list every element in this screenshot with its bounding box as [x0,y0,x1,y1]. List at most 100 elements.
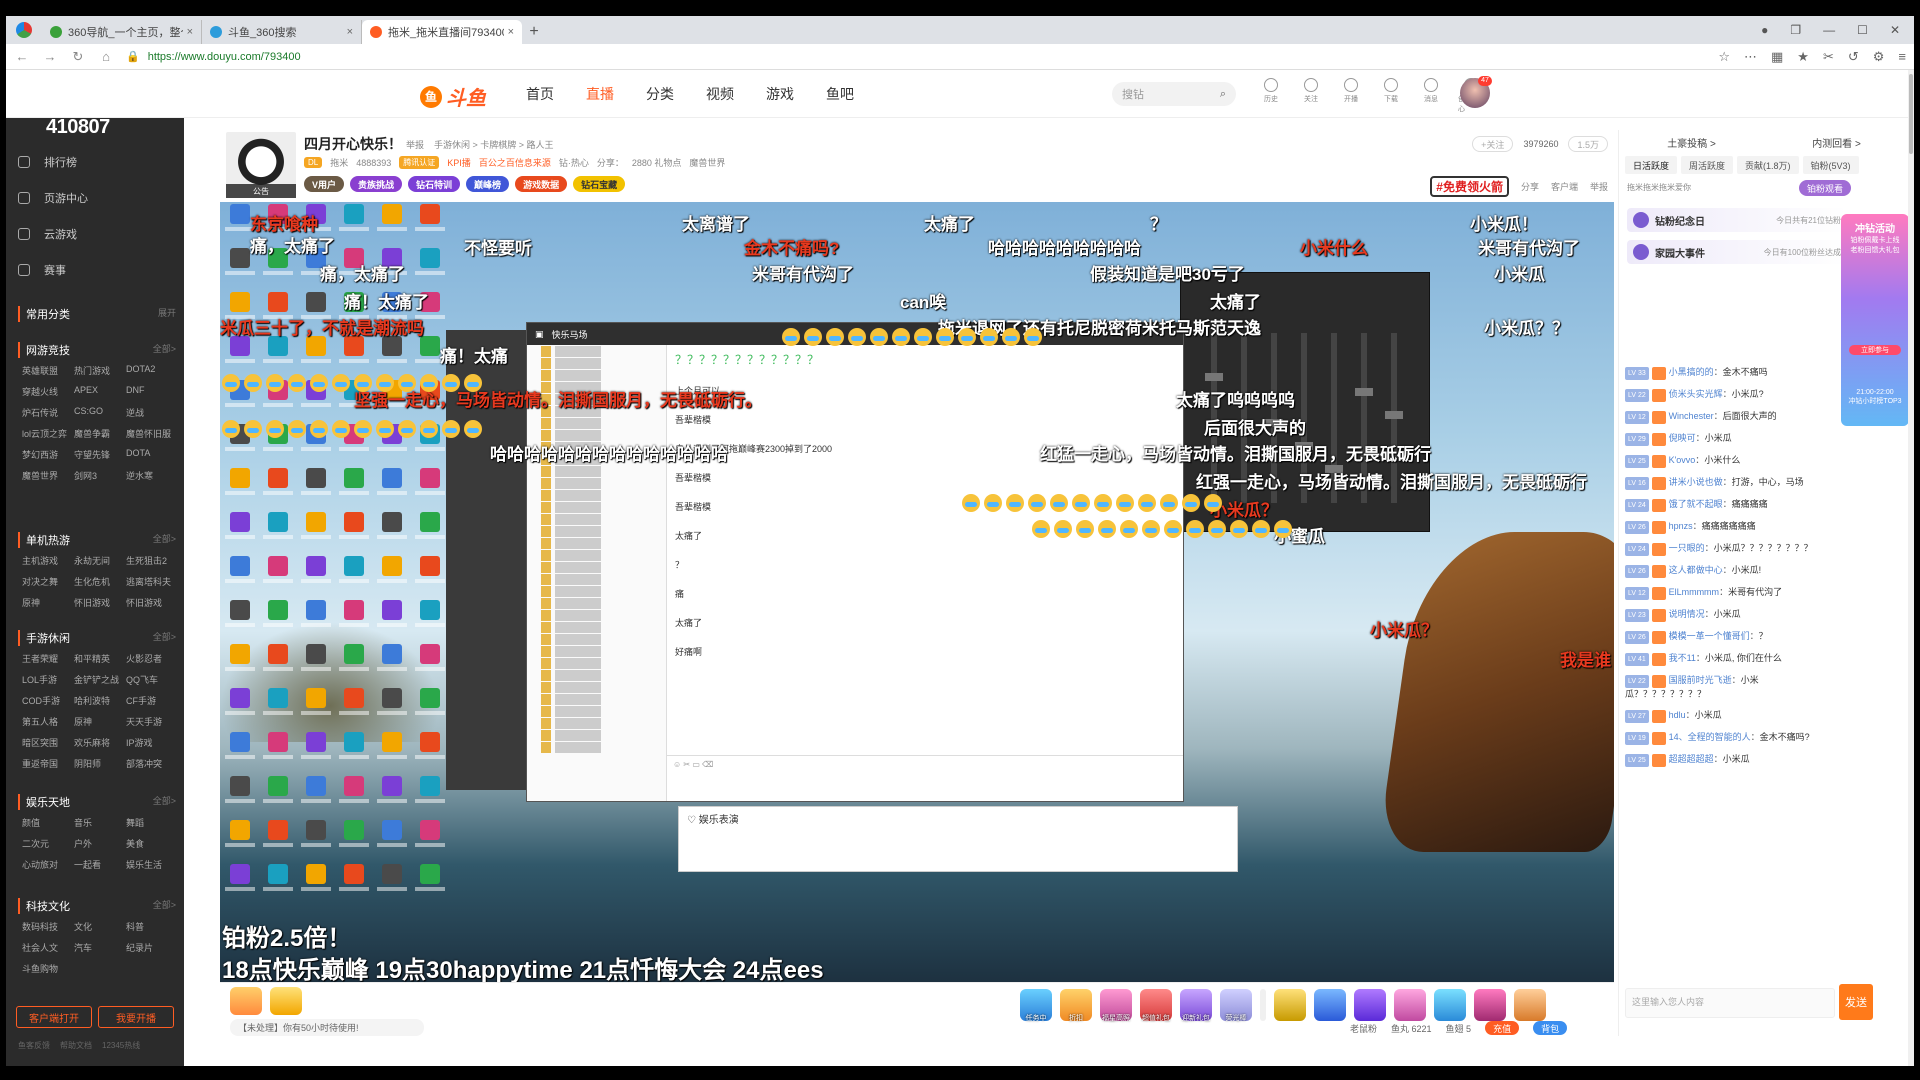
category-link[interactable]: 原神 [74,715,126,728]
task-icon[interactable] [230,987,262,1015]
category-link[interactable]: 美食 [126,837,178,850]
category-link[interactable]: 娱乐生活 [126,858,178,871]
share-button[interactable]: 分享 [1521,180,1539,193]
category-link[interactable]: 舞蹈 [126,816,178,829]
replay-link[interactable]: 内测回看 > [1812,135,1861,150]
noble-challenge-tag[interactable]: 贵族挑战 [350,176,403,192]
tab-weekly[interactable]: 周活跃度 [1681,156,1734,174]
follow-button[interactable]: 关注 [1298,78,1324,114]
backpack-button[interactable]: 背包 [1533,1021,1568,1035]
footer-link[interactable]: 鱼客反馈 [18,1040,50,1051]
gift-item[interactable] [1434,989,1466,1021]
browser-logo-icon[interactable] [6,16,42,44]
category-link[interactable]: CS:GO [74,406,126,419]
category-link[interactable]: 暗区突围 [22,736,74,749]
category-link[interactable]: 生死狙击2 [126,554,178,567]
category-link[interactable]: 王者荣耀 [22,652,74,665]
category-link[interactable]: 一起看 [74,858,126,871]
recharge-button[interactable]: 充值 [1485,1021,1520,1035]
category-link[interactable]: 斗鱼购物 [22,962,74,975]
category-link[interactable]: 魔兽争霸 [74,427,126,440]
sidebar-section-online[interactable]: 网游竞技 全部> [18,342,176,358]
chat-username[interactable]: 模模一革一个懂哥们 [1669,631,1750,641]
undo-icon[interactable]: ↺ [1848,49,1859,65]
tab-close-icon[interactable]: × [508,26,514,38]
home-event-card[interactable]: 家园大事件 今日有100位粉丝达成 [1627,240,1847,264]
report-button[interactable]: 举报 [1590,180,1608,193]
chat-username[interactable]: 14、全程的智能的人 [1669,732,1751,742]
section-more[interactable]: 全部> [153,532,176,548]
user-icon[interactable]: ● [1761,23,1768,37]
category-link[interactable]: 热门游戏 [74,364,126,377]
category-link[interactable]: 永劫无间 [74,554,126,567]
category-link[interactable]: 颜值 [22,816,74,829]
nav-yuba[interactable]: 鱼吧 [826,84,854,104]
treasure-tag[interactable]: 钻石宝藏 [573,176,626,192]
category-link[interactable]: 剑网3 [74,469,126,482]
platinum-watch-button[interactable]: 铂粉观看 [1799,180,1852,196]
category-link[interactable]: 部落冲突 [126,757,178,770]
category-link[interactable]: 阴阳师 [74,757,126,770]
streamer-name[interactable]: 拖米 [330,156,348,169]
category-link[interactable]: COD手游 [22,694,74,707]
more-icon[interactable]: ⋯ [1744,49,1757,65]
section-more[interactable]: 全部> [153,794,176,810]
gift-item[interactable] [1394,989,1426,1021]
browser-tab-active[interactable]: 拖米_拖米直播间793400 × [362,20,522,44]
forward-icon[interactable]: → [42,49,58,64]
download-button[interactable]: 下载 [1378,78,1404,114]
search-input[interactable]: 搜钻 ⌕ [1112,82,1236,106]
category-link[interactable]: 音乐 [74,816,126,829]
section-more[interactable]: 展开 [158,306,176,322]
broadcast-button[interactable]: 开播 [1338,78,1364,114]
gift-item[interactable] [1514,989,1546,1021]
nav-live[interactable]: 直播 [586,84,614,104]
category-link[interactable]: 和平精英 [74,652,126,665]
section-more[interactable]: 全部> [153,630,176,646]
category-link[interactable]: 生化危机 [74,575,126,588]
category-link[interactable]: DOTA [126,448,178,461]
category-link[interactable]: CF手游 [126,694,178,707]
gift-item[interactable]: 任务中 [1020,989,1052,1022]
category-link[interactable]: 二次元 [22,837,74,850]
chat-username[interactable]: hpnzs [1669,521,1693,531]
chat-username[interactable]: 饿了就不起眼 [1669,499,1723,509]
video-player[interactable]: ▣ 快乐马场 ？？？？？？？？？？？？ 上个月可以 吾辈楷模 自从遇到了阿拖巅峰赛23… [220,202,1614,982]
chat-username[interactable]: 我不11 [1669,653,1696,663]
category-link[interactable]: 梦幻西游 [22,448,74,461]
category-link[interactable]: lol云顶之弈 [22,427,74,440]
url-field[interactable]: 🔒 https://www.douyu.com/793400 [126,47,1706,67]
chat-username[interactable]: 这人都做中心 [1669,565,1723,575]
category-link[interactable]: 原神 [22,596,74,609]
nav-video[interactable]: 视频 [706,84,734,104]
category-link[interactable]: DNF [126,385,178,398]
category-link[interactable]: 守望先锋 [74,448,126,461]
footer-link[interactable]: 12345热线 [102,1040,140,1051]
category-link[interactable]: 怀旧游戏 [126,596,178,609]
douyu-logo[interactable]: 鱼 斗鱼 [420,82,486,111]
nav-games[interactable]: 游戏 [766,84,794,104]
share-label[interactable]: 分享： [597,156,624,169]
start-broadcast-button[interactable]: 我要开播 [98,1006,174,1028]
gift-item[interactable] [1354,989,1386,1021]
category-link[interactable]: DOTA2 [126,364,178,377]
category-link[interactable]: 对决之舞 [22,575,74,588]
cut-icon[interactable]: ✂ [1823,49,1834,65]
maximize-icon[interactable]: ☐ [1857,23,1868,37]
reload-icon[interactable]: ↻ [70,49,86,65]
apps-icon[interactable]: ▦ [1771,49,1783,65]
category-link[interactable]: 英雄联盟 [22,364,74,377]
sidebar-item-cloudgame[interactable]: 云游戏 [18,226,77,242]
announcement-tag[interactable]: 公告 [226,184,296,198]
event-banner[interactable]: 冲钻活动 铂粉佩戴卡上线 老粉回馈大礼包 立即参与 21:00-22:00 冲钻… [1841,214,1909,426]
footer-link[interactable]: 帮助文档 [60,1040,92,1051]
category-link[interactable]: APEX [74,385,126,398]
chat-username[interactable]: Winchester [1669,411,1714,421]
rank-button[interactable]: 1.5万 [1568,136,1608,152]
chat-username[interactable]: 超超超超超 [1669,754,1714,764]
hour-rank-icon[interactable] [270,987,302,1015]
submit-link[interactable]: 土豪投稿 > [1667,135,1716,150]
chat-username[interactable]: 侦米头实光辉 [1669,389,1723,399]
browser-tab[interactable]: 斗鱼_360搜索 × [202,20,362,44]
browser-tab[interactable]: 360导航_一个主页，整个世界 × [42,20,202,44]
